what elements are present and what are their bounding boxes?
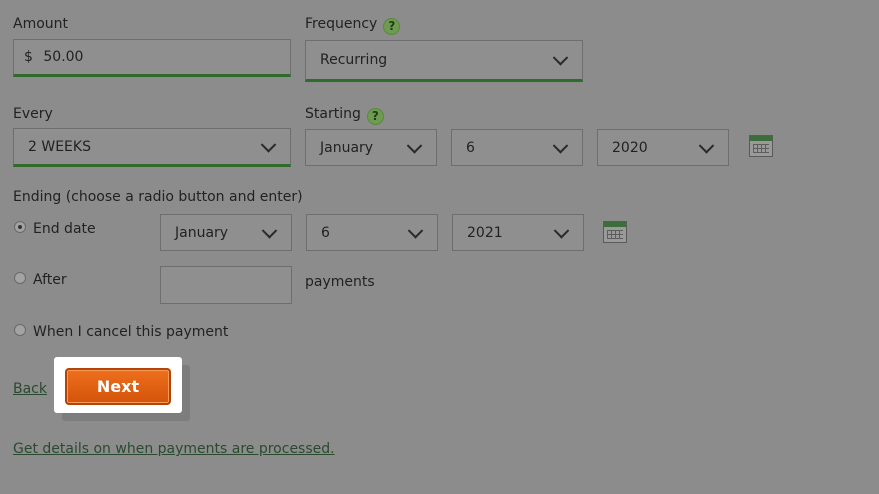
chevron-down-icon bbox=[553, 222, 570, 239]
starting-month-select[interactable]: January bbox=[305, 129, 437, 166]
end-month-value: January bbox=[175, 224, 229, 241]
frequency-label: Frequency? bbox=[305, 16, 401, 35]
every-label: Every bbox=[13, 106, 53, 122]
chevron-down-icon bbox=[261, 222, 278, 239]
end-date-label: End date bbox=[33, 221, 96, 237]
frequency-select[interactable]: Recurring bbox=[305, 40, 583, 82]
chevron-down-icon bbox=[406, 137, 423, 154]
cancel-radio[interactable] bbox=[14, 324, 26, 336]
amount-input[interactable]: $ 50.00 bbox=[13, 39, 291, 77]
cancel-label: When I cancel this payment bbox=[33, 324, 229, 340]
after-label: After bbox=[33, 272, 67, 288]
end-day-value: 6 bbox=[321, 224, 330, 241]
payment-processing-link[interactable]: Get details on when payments are process… bbox=[13, 441, 335, 457]
ending-label: Ending (choose a radio button and enter) bbox=[13, 189, 303, 205]
amount-text: 50.00 bbox=[43, 49, 84, 65]
frequency-label-text: Frequency bbox=[305, 16, 378, 32]
amount-label: Amount bbox=[13, 16, 69, 32]
every-select[interactable]: 2 WEEKS bbox=[13, 128, 291, 167]
back-link[interactable]: Back bbox=[13, 381, 47, 397]
starting-month-value: January bbox=[320, 139, 374, 156]
chevron-down-icon bbox=[407, 222, 424, 239]
help-circle-icon[interactable]: ? bbox=[383, 18, 401, 35]
next-button[interactable]: Next bbox=[65, 368, 171, 405]
payments-suffix: payments bbox=[305, 274, 375, 290]
after-radio[interactable] bbox=[14, 272, 26, 284]
starting-day-select[interactable]: 6 bbox=[451, 129, 583, 166]
help-circle-icon[interactable]: ? bbox=[366, 108, 384, 125]
chevron-down-icon bbox=[552, 50, 569, 66]
chevron-down-icon bbox=[260, 136, 277, 153]
frequency-value: Recurring bbox=[320, 52, 388, 68]
currency-symbol: $ bbox=[24, 49, 33, 65]
calendar-icon[interactable] bbox=[749, 135, 773, 157]
starting-year-value: 2020 bbox=[612, 139, 648, 156]
end-day-select[interactable]: 6 bbox=[306, 214, 438, 251]
end-year-value: 2021 bbox=[467, 224, 503, 241]
end-year-select[interactable]: 2021 bbox=[452, 214, 584, 251]
end-month-select[interactable]: January bbox=[160, 214, 292, 251]
starting-day-value: 6 bbox=[466, 139, 475, 156]
chevron-down-icon bbox=[698, 137, 715, 154]
starting-year-select[interactable]: 2020 bbox=[597, 129, 729, 166]
after-payments-input[interactable] bbox=[160, 266, 292, 304]
chevron-down-icon bbox=[552, 137, 569, 154]
calendar-icon[interactable] bbox=[603, 221, 627, 243]
starting-label-text: Starting bbox=[305, 106, 361, 122]
amount-value: $ 50.00 bbox=[24, 49, 83, 65]
every-value: 2 WEEKS bbox=[28, 138, 91, 155]
starting-label: Starting? bbox=[305, 106, 384, 125]
end-date-radio[interactable] bbox=[14, 221, 26, 233]
